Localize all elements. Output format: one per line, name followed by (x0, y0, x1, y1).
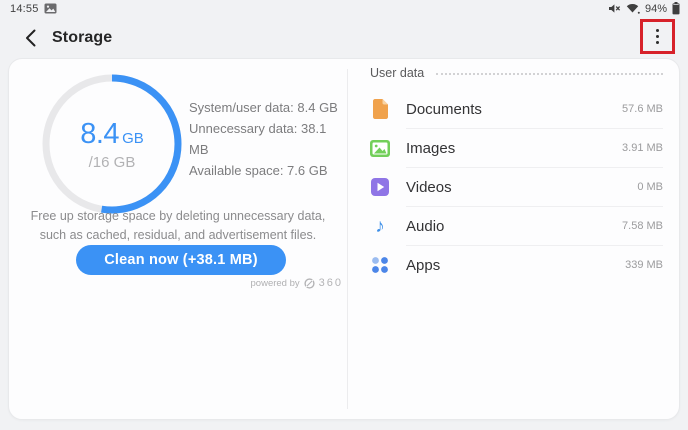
page-title: Storage (52, 28, 113, 46)
dotted-divider (436, 72, 663, 75)
storage-details: System/user data: 8.4 GB Unnecessary dat… (189, 97, 344, 181)
available-space-line: Available space: 7.6 GB (189, 163, 328, 178)
item-label: Apps (406, 256, 441, 274)
music-note-icon: ♪ (375, 215, 385, 237)
header: Storage (0, 17, 688, 58)
storage-summary-panel: 8.4 GB /16 GB System/user data: 8.4 GB U… (9, 59, 347, 419)
wifi-icon (626, 4, 640, 14)
battery-percent: 94% (644, 2, 667, 15)
system-user-data-line: System/user data: 8.4 GB (189, 100, 338, 115)
list-item-images[interactable]: Images 3.91 MB (370, 129, 663, 167)
apps-grid-icon (370, 255, 390, 275)
used-storage-value: 8.4 GB (80, 117, 144, 150)
item-label: Images (406, 139, 456, 157)
user-data-list: Documents 57.6 MB Images 3.91 MB Videos … (370, 90, 663, 284)
list-item-documents[interactable]: Documents 57.6 MB (370, 90, 663, 128)
total-storage-value: /16 GB (88, 153, 136, 171)
clean-now-button[interactable]: Clean now (+38.1 MB) (76, 245, 286, 275)
more-options-icon (655, 28, 660, 33)
annotation-highlight-box (640, 19, 675, 54)
powered-by-brand: 360 (318, 277, 343, 289)
item-size: 7.58 MB (622, 220, 663, 232)
user-data-section-title: User data (370, 66, 425, 80)
item-size: 0 MB (637, 181, 663, 193)
powered-by-label: powered by (250, 277, 300, 289)
status-bar: 14:55 94% (0, 0, 688, 17)
back-chevron-icon (25, 29, 35, 46)
list-item-apps[interactable]: Apps 339 MB (370, 246, 663, 284)
battery-icon (672, 2, 680, 15)
more-options-button[interactable] (652, 25, 664, 49)
cleanup-description: Free up storage space by deleting unnece… (30, 209, 326, 242)
item-label: Audio (406, 217, 445, 235)
item-size: 3.91 MB (622, 142, 663, 154)
item-size: 339 MB (625, 259, 663, 271)
screenshot-icon (44, 3, 57, 14)
list-item-videos[interactable]: Videos 0 MB (370, 168, 663, 206)
image-icon (370, 138, 390, 158)
powered-by: powered by 360 (251, 277, 343, 289)
video-icon (370, 177, 390, 197)
item-label: Videos (406, 178, 452, 196)
storage-card: 8.4 GB /16 GB System/user data: 8.4 GB U… (8, 58, 680, 420)
storage-usage-ring: 8.4 GB /16 GB (39, 71, 185, 217)
mute-icon (608, 4, 621, 13)
item-size: 57.6 MB (622, 103, 663, 115)
back-button[interactable] (18, 26, 42, 50)
document-icon (370, 99, 390, 119)
user-data-panel: User data Documents 57.6 MB Images 3.91 … (348, 59, 679, 419)
list-item-audio[interactable]: ♪ Audio 7.58 MB (370, 207, 663, 245)
item-label: Documents (406, 100, 482, 118)
360-logo-icon (304, 277, 315, 289)
status-time: 14:55 (10, 2, 39, 15)
unnecessary-data-line: Unnecessary data: 38.1 MB (189, 121, 327, 157)
